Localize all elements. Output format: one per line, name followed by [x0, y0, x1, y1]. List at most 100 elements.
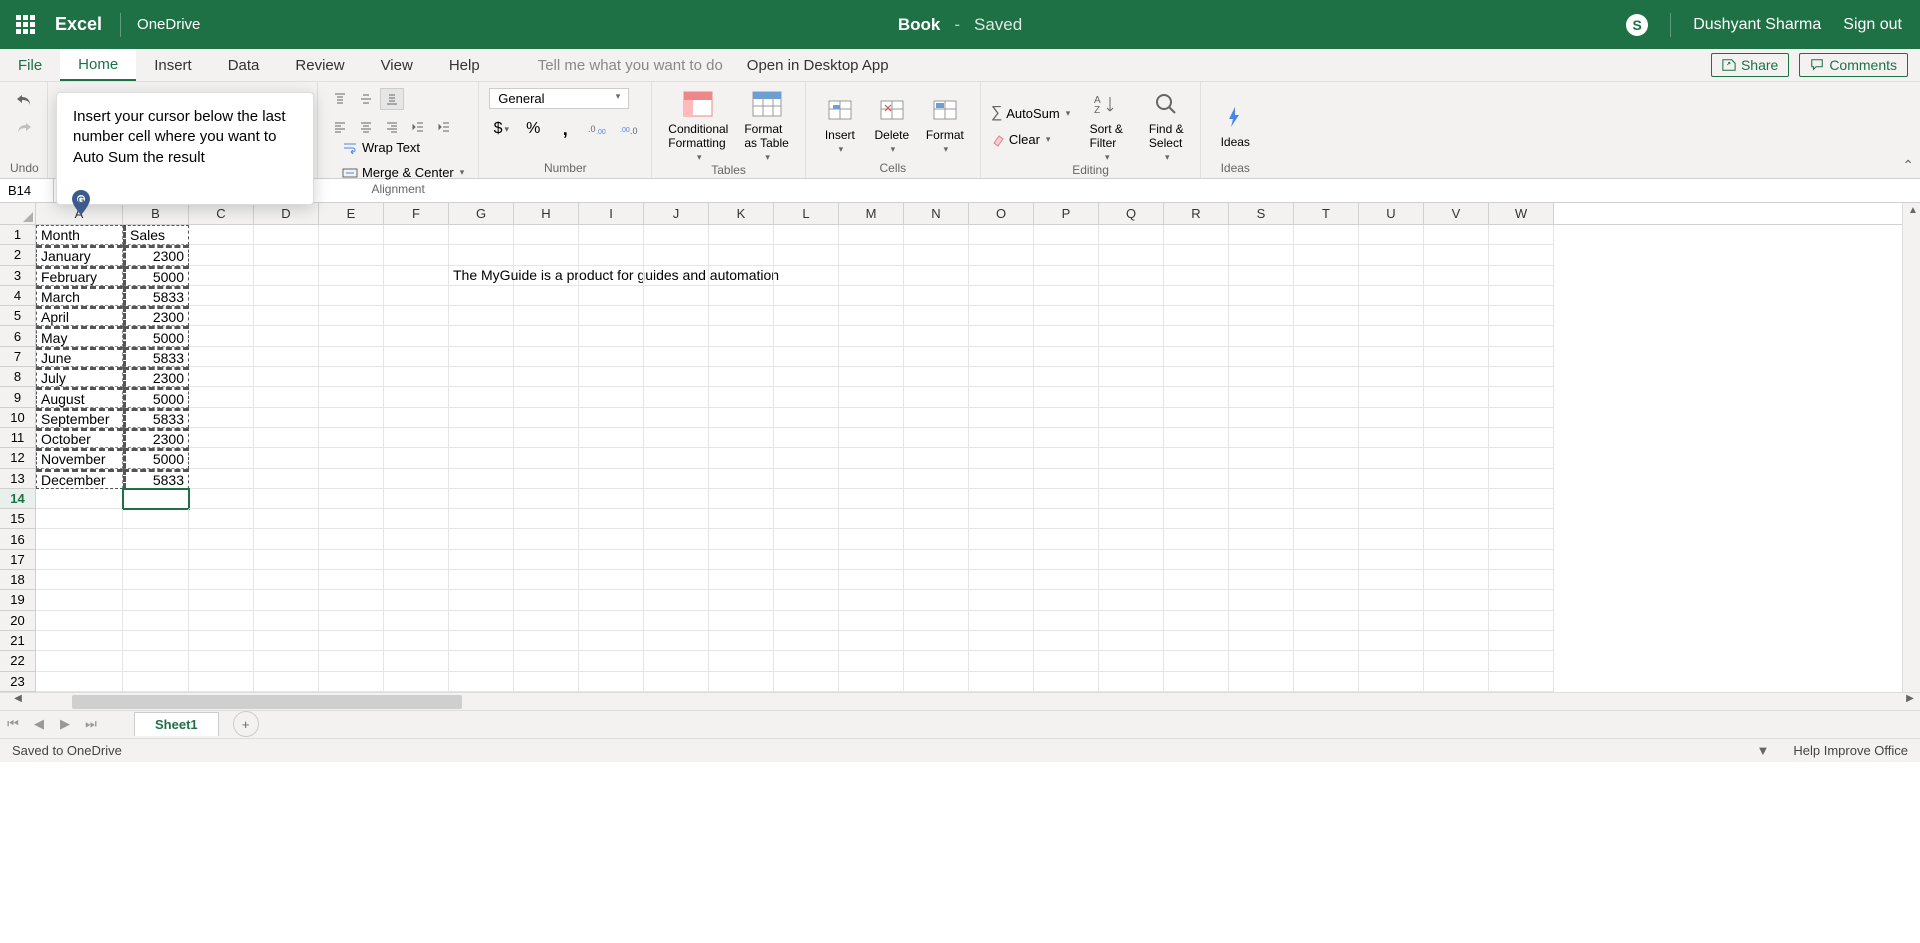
- cell[interactable]: [774, 631, 839, 651]
- cell[interactable]: [123, 489, 189, 509]
- cell[interactable]: [709, 347, 774, 367]
- cell[interactable]: [1099, 387, 1164, 407]
- cell[interactable]: [1359, 651, 1424, 671]
- tab-help[interactable]: Help: [431, 49, 498, 81]
- cell[interactable]: [1034, 367, 1099, 387]
- cell[interactable]: [709, 448, 774, 468]
- cell[interactable]: [449, 408, 514, 428]
- cell[interactable]: [514, 245, 579, 265]
- cell[interactable]: [254, 672, 319, 692]
- decrease-indent-icon[interactable]: [406, 116, 430, 138]
- cell[interactable]: [319, 266, 384, 286]
- row-header[interactable]: 1: [0, 225, 36, 245]
- cell[interactable]: [1294, 570, 1359, 590]
- cell[interactable]: [644, 672, 709, 692]
- cell[interactable]: [319, 347, 384, 367]
- cell[interactable]: [644, 509, 709, 529]
- cell[interactable]: [709, 590, 774, 610]
- cell[interactable]: [1164, 469, 1229, 489]
- cell[interactable]: [1424, 590, 1489, 610]
- cell[interactable]: [1359, 448, 1424, 468]
- cell[interactable]: 2300: [123, 367, 189, 387]
- column-header[interactable]: T: [1294, 203, 1359, 224]
- cell[interactable]: [189, 367, 254, 387]
- cell[interactable]: [254, 367, 319, 387]
- column-header[interactable]: Q: [1099, 203, 1164, 224]
- undo-icon[interactable]: [12, 88, 36, 112]
- cell[interactable]: [1489, 672, 1554, 692]
- horizontal-scrollbar[interactable]: ◀ ▶: [0, 692, 1920, 710]
- cell[interactable]: [1229, 550, 1294, 570]
- cell[interactable]: [254, 570, 319, 590]
- cell[interactable]: [384, 225, 449, 245]
- cell[interactable]: [189, 448, 254, 468]
- cell[interactable]: [709, 326, 774, 346]
- cell[interactable]: [189, 225, 254, 245]
- cell[interactable]: [644, 387, 709, 407]
- cell[interactable]: [709, 367, 774, 387]
- cell[interactable]: [709, 266, 774, 286]
- cell[interactable]: [1359, 631, 1424, 651]
- cell[interactable]: [709, 387, 774, 407]
- cell[interactable]: [969, 306, 1034, 326]
- cell[interactable]: [1164, 611, 1229, 631]
- cell[interactable]: [36, 570, 123, 590]
- cell[interactable]: [579, 590, 644, 610]
- row-header[interactable]: 6: [0, 326, 36, 346]
- cell[interactable]: [1164, 631, 1229, 651]
- row-header[interactable]: 21: [0, 631, 36, 651]
- cell[interactable]: [254, 245, 319, 265]
- cell[interactable]: [709, 631, 774, 651]
- cell[interactable]: [1424, 611, 1489, 631]
- collapse-ribbon-icon[interactable]: ⌃: [1902, 157, 1914, 174]
- tab-data[interactable]: Data: [210, 49, 278, 81]
- cell[interactable]: [1164, 570, 1229, 590]
- cell[interactable]: [1294, 590, 1359, 610]
- cell[interactable]: [1034, 286, 1099, 306]
- cell[interactable]: [254, 529, 319, 549]
- cell[interactable]: [579, 651, 644, 671]
- cell[interactable]: [1099, 509, 1164, 529]
- cell[interactable]: [1229, 570, 1294, 590]
- tab-file[interactable]: File: [0, 49, 60, 81]
- column-header[interactable]: M: [839, 203, 904, 224]
- cell[interactable]: [579, 286, 644, 306]
- autosum-button[interactable]: ∑AutoSum: [991, 104, 1070, 122]
- cell[interactable]: [189, 347, 254, 367]
- share-button[interactable]: Share: [1711, 53, 1789, 77]
- cell[interactable]: [1489, 408, 1554, 428]
- cell[interactable]: [904, 286, 969, 306]
- cell[interactable]: [904, 590, 969, 610]
- tab-home[interactable]: Home: [60, 49, 136, 81]
- cell[interactable]: [36, 631, 123, 651]
- cell[interactable]: [709, 469, 774, 489]
- cell[interactable]: [319, 387, 384, 407]
- cell[interactable]: 5000: [123, 326, 189, 346]
- cell[interactable]: [1099, 367, 1164, 387]
- cell[interactable]: [1099, 489, 1164, 509]
- user-name[interactable]: Dushyant Sharma: [1693, 16, 1821, 34]
- delete-cells-button[interactable]: Delete: [868, 94, 916, 155]
- cell[interactable]: [1294, 367, 1359, 387]
- cell[interactable]: [904, 611, 969, 631]
- cell[interactable]: [384, 529, 449, 549]
- increase-decimal-icon[interactable]: .0.00: [585, 117, 609, 141]
- cell[interactable]: [774, 469, 839, 489]
- cell[interactable]: [579, 509, 644, 529]
- cell[interactable]: [449, 469, 514, 489]
- cell[interactable]: [1294, 611, 1359, 631]
- cell[interactable]: [1229, 529, 1294, 549]
- cell[interactable]: 5000: [123, 266, 189, 286]
- cell[interactable]: [1229, 631, 1294, 651]
- cell[interactable]: [1164, 266, 1229, 286]
- cell[interactable]: [969, 489, 1034, 509]
- cell[interactable]: [839, 448, 904, 468]
- column-header[interactable]: S: [1229, 203, 1294, 224]
- cell[interactable]: [1164, 306, 1229, 326]
- cell[interactable]: 2300: [123, 428, 189, 448]
- cell[interactable]: 5000: [123, 448, 189, 468]
- cell[interactable]: [1359, 326, 1424, 346]
- add-sheet-button[interactable]: +: [233, 711, 259, 737]
- cell[interactable]: May: [36, 326, 123, 346]
- cell[interactable]: [384, 651, 449, 671]
